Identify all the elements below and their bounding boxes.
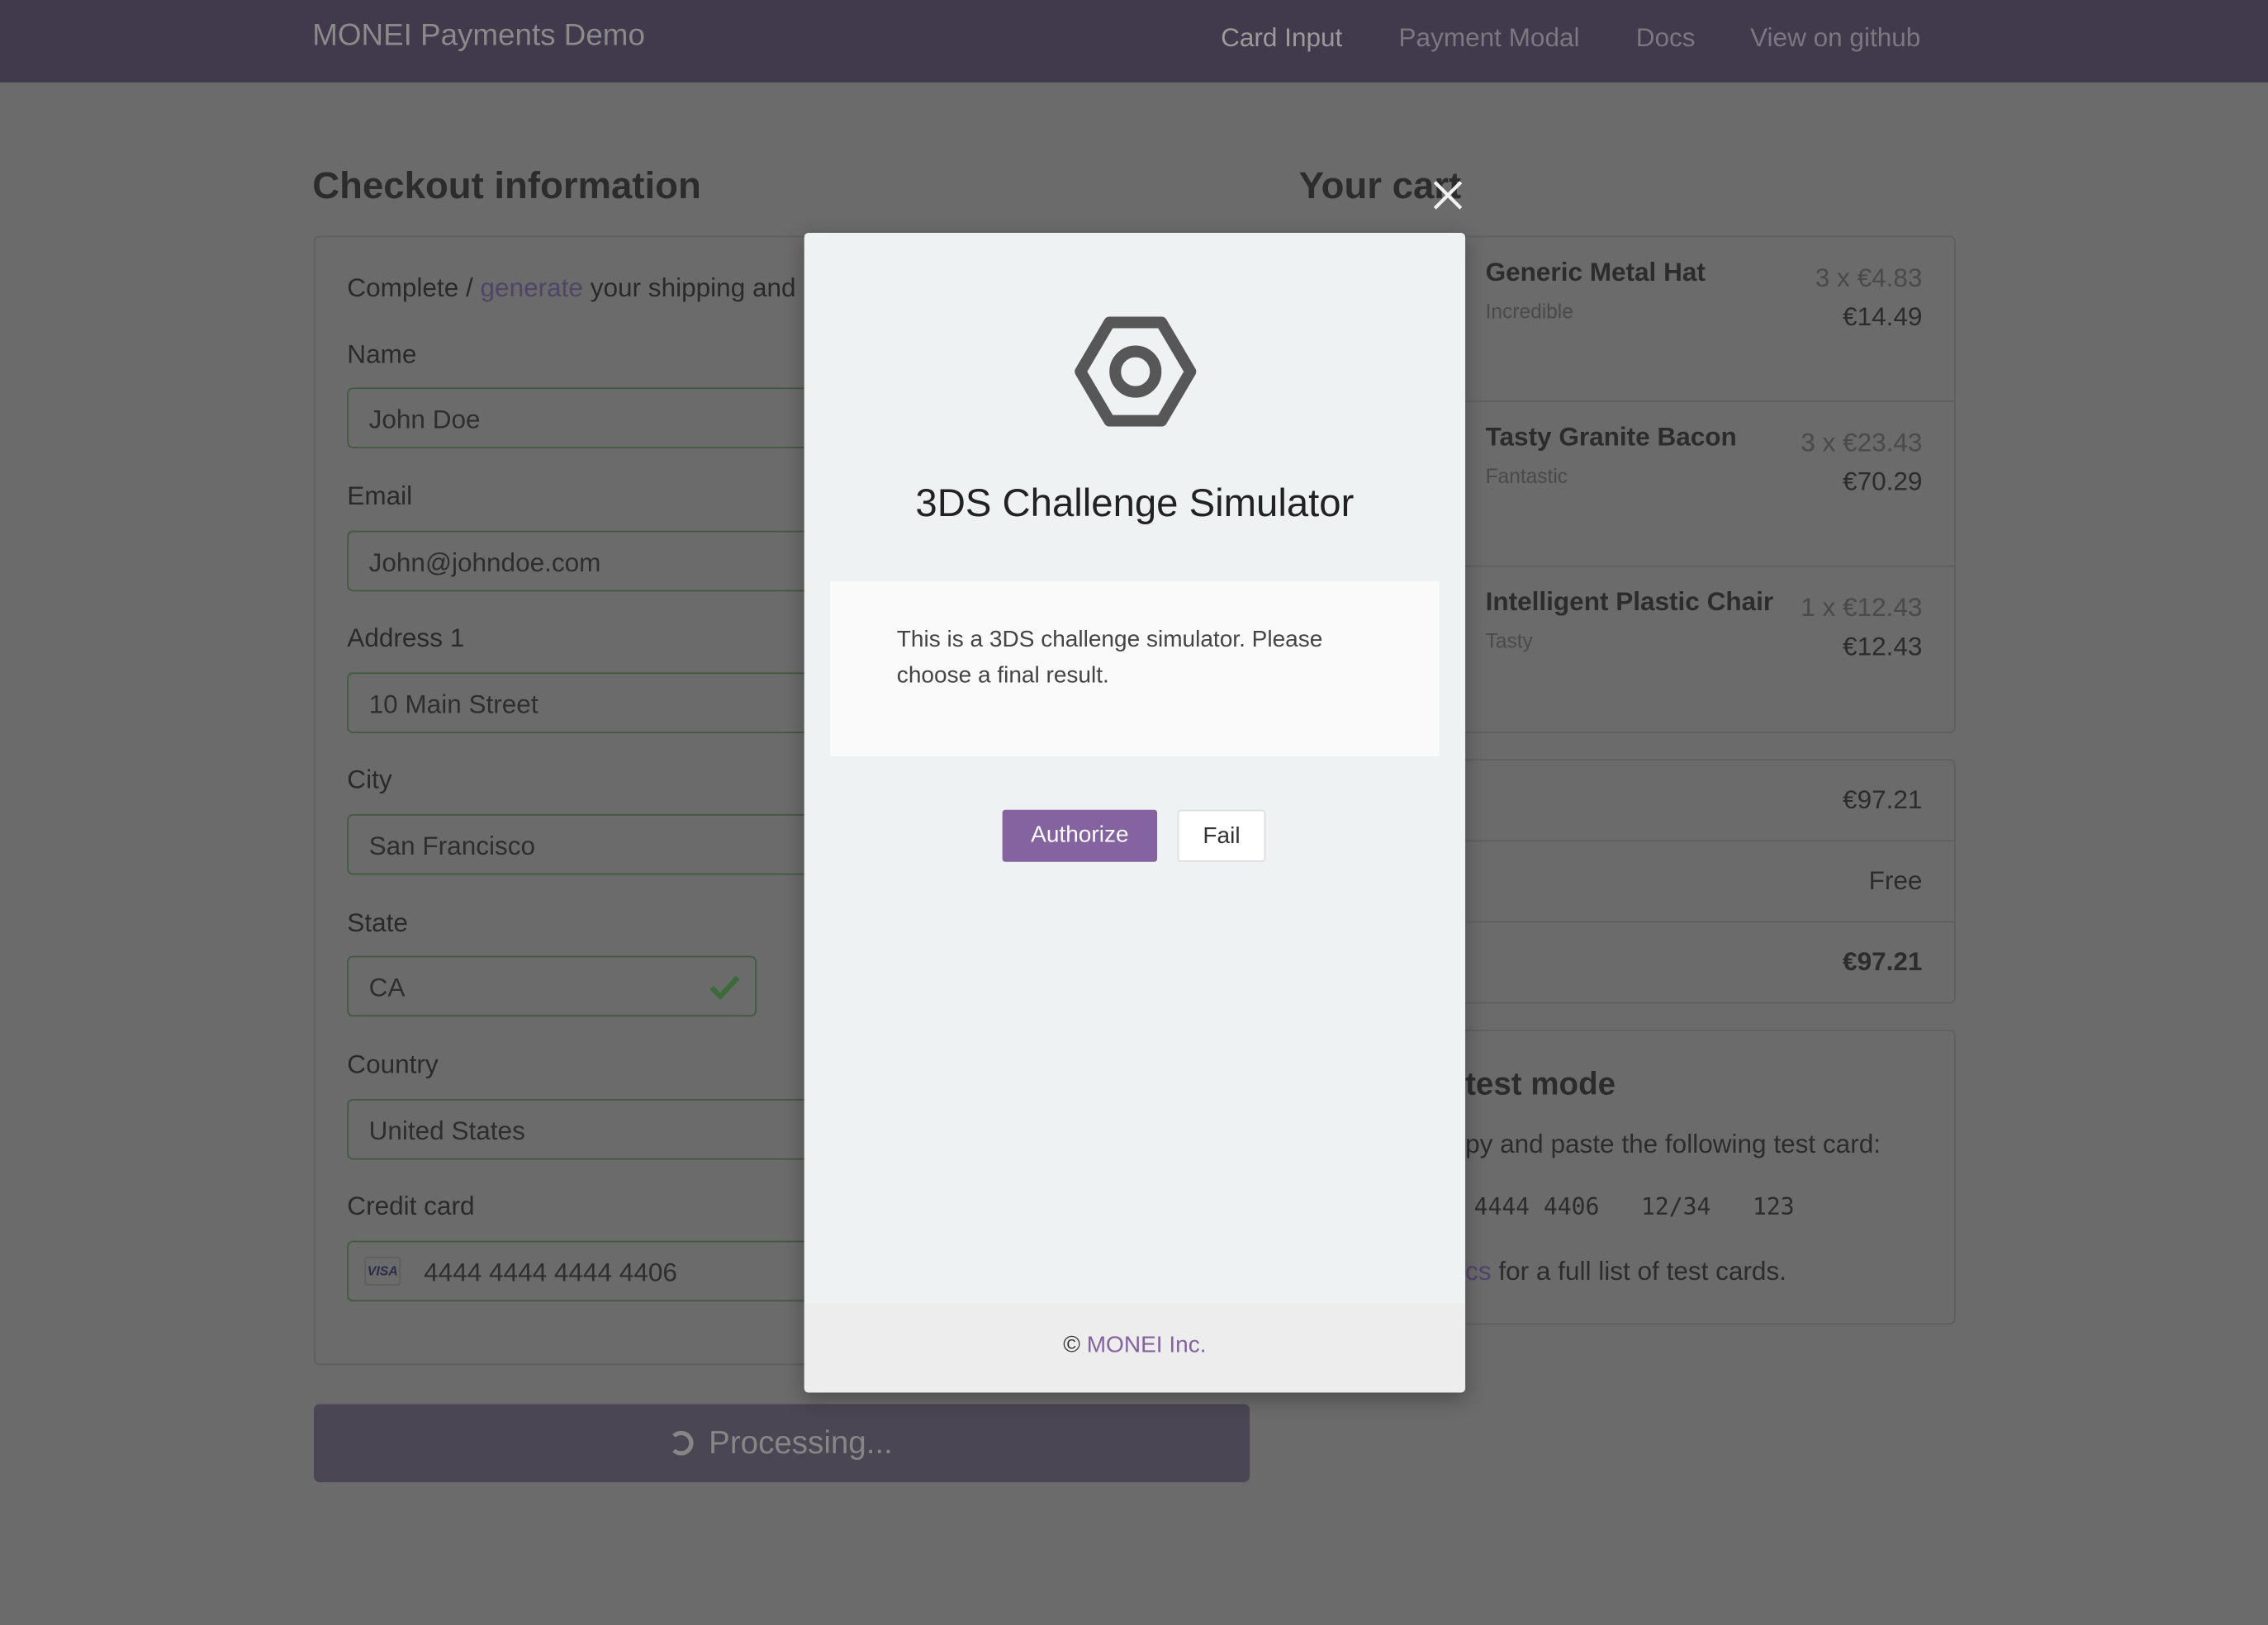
test-card-number: 4444 4406 12/34 123 <box>1473 1192 1795 1221</box>
visa-icon: VISA <box>364 1256 401 1286</box>
checkout-title: Checkout information <box>312 163 701 207</box>
copyright-symbol: © <box>1063 1333 1080 1358</box>
navbar: MONEI Payments Demo Card Input Payment M… <box>0 0 2268 83</box>
nav-docs[interactable]: Docs <box>1636 23 1696 54</box>
nav-github[interactable]: View on github <box>1750 23 1920 54</box>
fail-button[interactable]: Fail <box>1177 809 1266 862</box>
generate-link[interactable]: generate <box>481 273 583 302</box>
nav-card-input[interactable]: Card Input <box>1221 23 1342 54</box>
name-label: Name <box>347 339 417 369</box>
shipping-value: Free <box>1868 866 1923 896</box>
modal-title: 3DS Challenge Simulator <box>915 481 1355 525</box>
authorize-button[interactable]: Authorize <box>1002 809 1158 862</box>
brand-logo[interactable]: MONEI Payments Demo <box>312 19 645 54</box>
hexagon-nut-icon <box>1075 316 1197 427</box>
card-label: Credit card <box>347 1192 475 1221</box>
check-icon <box>709 975 740 1001</box>
state-label: State <box>347 907 408 937</box>
spinner-icon <box>672 1430 694 1456</box>
total-value: €97.21 <box>1843 947 1923 977</box>
monei-link[interactable]: MONEI Inc. <box>1087 1334 1207 1358</box>
docs-link[interactable]: cs <box>1465 1257 1492 1286</box>
city-label: City <box>347 765 392 794</box>
modal-message: This is a 3DS challenge simulator. Pleas… <box>896 628 1323 689</box>
state-input[interactable]: CA <box>347 955 757 1017</box>
modal-footer: © MONEI Inc. <box>804 1302 1466 1393</box>
processing-button[interactable]: Processing... <box>314 1404 1250 1483</box>
3ds-challenge-modal: 3DS Challenge Simulator This is a 3DS ch… <box>804 232 1466 1393</box>
modal-message-box: This is a 3DS challenge simulator. Pleas… <box>830 581 1440 756</box>
email-label: Email <box>347 481 413 511</box>
subtotal-value: €97.21 <box>1843 784 1923 814</box>
nav-payment-modal[interactable]: Payment Modal <box>1399 23 1580 54</box>
close-icon[interactable] <box>1432 179 1464 211</box>
country-label: Country <box>347 1049 439 1079</box>
checkout-intro: Complete / generate your shipping and <box>347 272 796 303</box>
address-label: Address 1 <box>347 623 465 652</box>
